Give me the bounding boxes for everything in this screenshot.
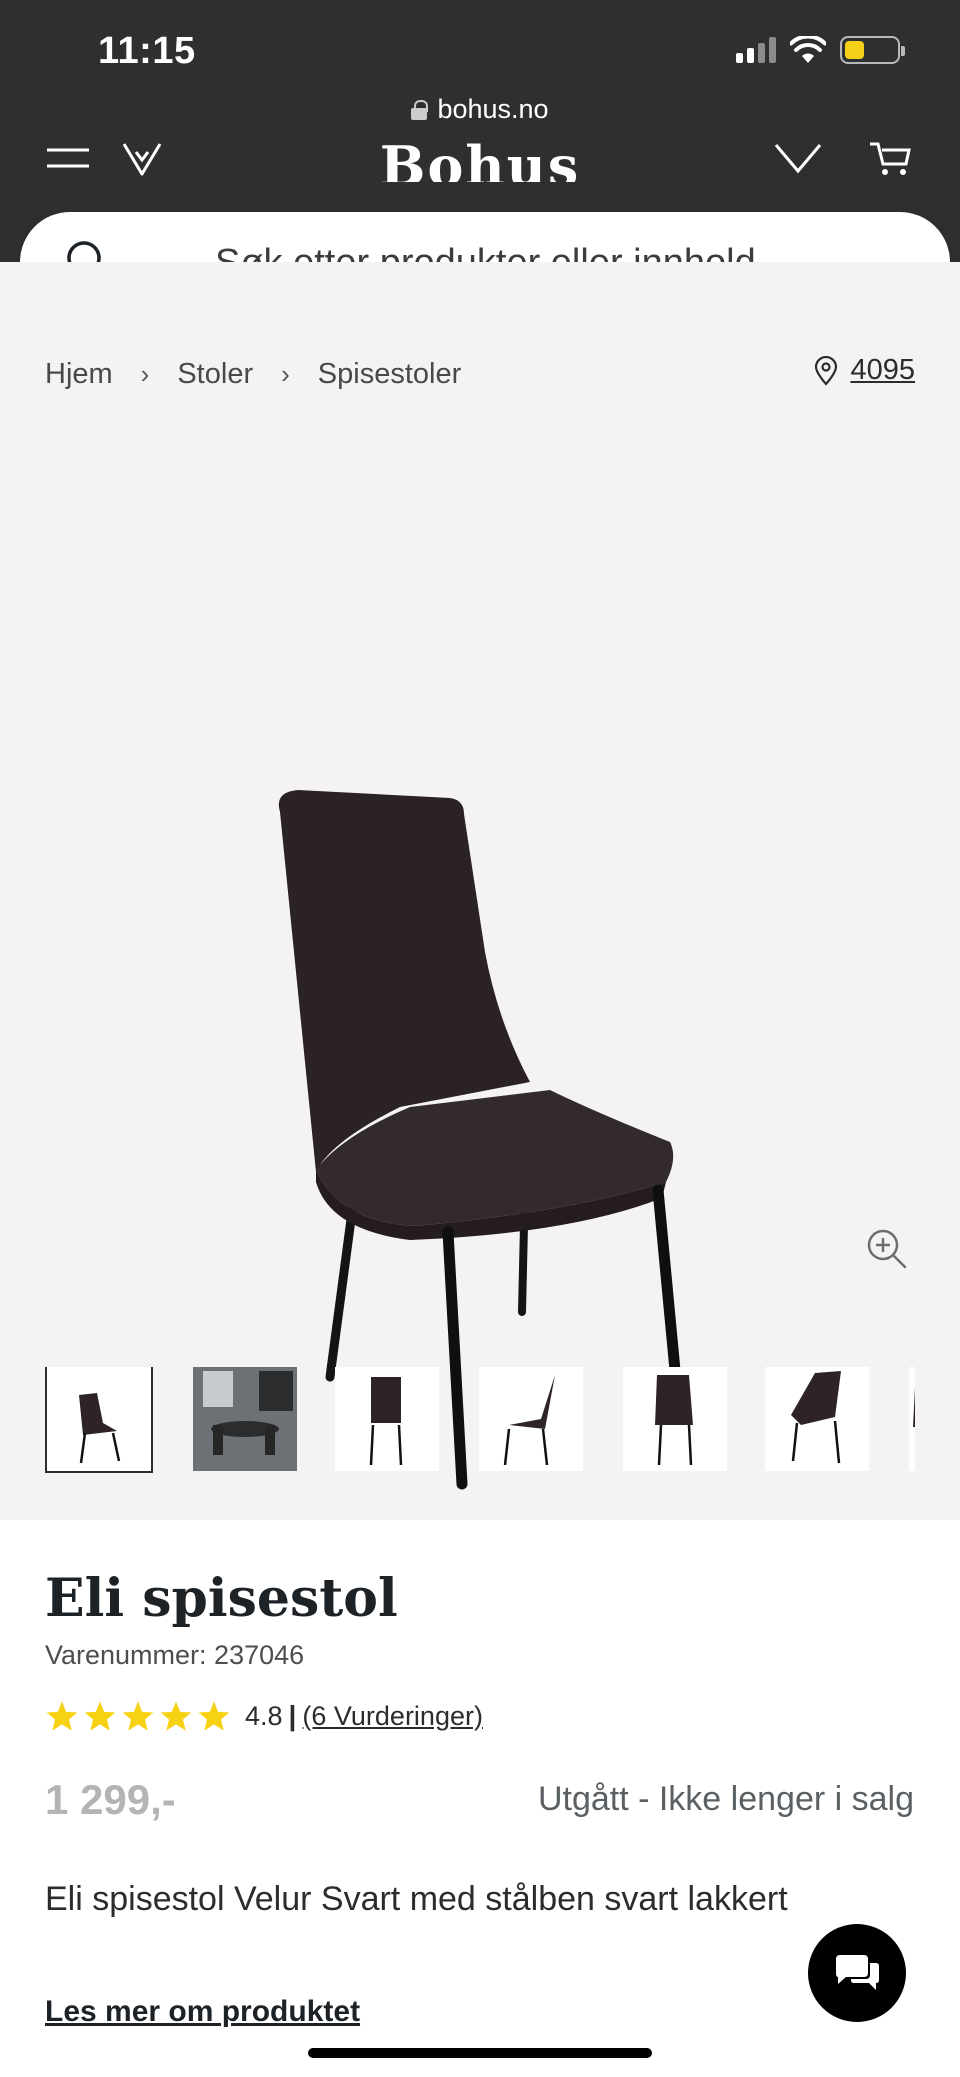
status-time: 11:15 [98, 30, 196, 72]
star-icon [198, 1701, 230, 1731]
star-icon [84, 1701, 116, 1731]
product-description: Eli spisestol Velur Svart med stålben sv… [45, 1880, 788, 1918]
wifi-icon [790, 36, 826, 63]
chat-icon [836, 1955, 879, 1990]
breadcrumb: Hjem › Stoler › Spisestoler [45, 358, 461, 391]
store-location[interactable]: 4095 [814, 354, 915, 387]
star-icon [122, 1701, 154, 1731]
status-icons [736, 36, 905, 64]
home-indicator [308, 2048, 652, 2058]
breadcrumb-chairs[interactable]: Stoler [177, 358, 253, 391]
product-title: Eli spisestol [45, 1568, 398, 1629]
thumbnail-6[interactable] [765, 1367, 869, 1471]
product-media: Hjem › Stoler › Spisestoler 4095 [0, 262, 960, 1520]
product-rating: 4.8 | (6 Vurderinger) [45, 1700, 483, 1732]
rating-stars [45, 1700, 231, 1732]
chevron-right-icon: › [281, 359, 290, 389]
availability-status: Utgått - Ikke lenger i salg [537, 1780, 914, 1818]
thumbnail-5[interactable] [623, 1367, 727, 1471]
breadcrumb-home[interactable]: Hjem [45, 358, 113, 391]
battery-icon [840, 36, 905, 64]
thumbnail-4[interactable] [479, 1367, 583, 1471]
zoom-in-icon[interactable] [866, 1228, 908, 1270]
postal-code-link[interactable]: 4095 [850, 354, 915, 387]
star-icon [160, 1701, 192, 1731]
browser-url-bar[interactable]: bohus.no [0, 94, 960, 125]
top-bar: 11:15 bohus.no Bohus [0, 0, 960, 312]
rating-separator: | [288, 1700, 297, 1731]
url-text: bohus.no [437, 94, 549, 124]
location-pin-icon [815, 355, 838, 386]
product-price: 1 299,- [45, 1776, 176, 1823]
site-header: Bohus [0, 128, 960, 208]
chevron-down-icon[interactable] [768, 128, 828, 188]
thumbnail-3[interactable] [335, 1367, 439, 1471]
cart-icon[interactable] [860, 128, 920, 188]
lock-icon [411, 99, 429, 120]
rating-value: 4.8 [245, 1700, 283, 1731]
read-more-link[interactable]: Les mer om produktet [45, 1995, 360, 2029]
thumbnail-7[interactable] [909, 1367, 915, 1471]
product-image[interactable] [250, 522, 690, 1502]
thumbnail-1[interactable] [45, 1367, 153, 1473]
chat-button[interactable] [808, 1924, 906, 2022]
reviews-link[interactable]: (6 Vurderinger) [302, 1701, 483, 1732]
thumbnail-2[interactable] [193, 1367, 297, 1471]
star-icon [46, 1701, 78, 1731]
chevron-right-icon: › [140, 359, 150, 389]
cellular-signal-icon [736, 37, 776, 63]
breadcrumb-dining-chairs[interactable]: Spisestoler [318, 358, 461, 391]
thumbnail-strip[interactable] [45, 1367, 915, 1475]
product-sku: Varenummer: 237046 [45, 1640, 305, 1670]
